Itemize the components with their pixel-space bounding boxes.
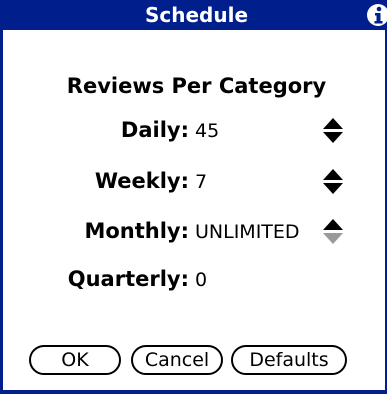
schedule-dialog: Schedule Reviews Per Category Daily: 45 W… [0, 0, 387, 394]
weekly-label: Weekly: [94, 169, 189, 193]
weekly-increment-arrow-icon[interactable] [323, 169, 343, 180]
monthly-increment-arrow-icon[interactable] [323, 219, 343, 230]
title-bar: Schedule [3, 0, 387, 30]
ok-button[interactable]: OK [29, 345, 121, 375]
quarterly-value: 0 [195, 269, 208, 291]
quarterly-row: Quarterly: 0 [3, 264, 207, 294]
daily-value: 45 [195, 120, 220, 142]
daily-increment-arrow-icon[interactable] [323, 118, 343, 129]
weekly-decrement-arrow-icon[interactable] [323, 183, 343, 194]
weekly-value: 7 [195, 171, 208, 193]
quarterly-label: Quarterly: [67, 267, 189, 291]
weekly-row: Weekly: 7 [3, 166, 207, 196]
monthly-value: UNLIMITED [195, 221, 300, 243]
daily-decrement-arrow-icon[interactable] [323, 132, 343, 143]
monthly-label: Monthly: [84, 219, 189, 243]
monthly-decrement-arrow-icon [323, 233, 343, 244]
defaults-button[interactable]: Defaults [231, 345, 347, 375]
monthly-row: Monthly: UNLIMITED [3, 216, 300, 246]
daily-row: Daily: 45 [3, 115, 219, 145]
dialog-title: Schedule [144, 3, 249, 27]
cancel-button[interactable]: Cancel [131, 345, 223, 375]
info-icon[interactable] [366, 3, 387, 27]
section-heading: Reviews Per Category [66, 74, 327, 98]
daily-label: Daily: [120, 118, 189, 142]
